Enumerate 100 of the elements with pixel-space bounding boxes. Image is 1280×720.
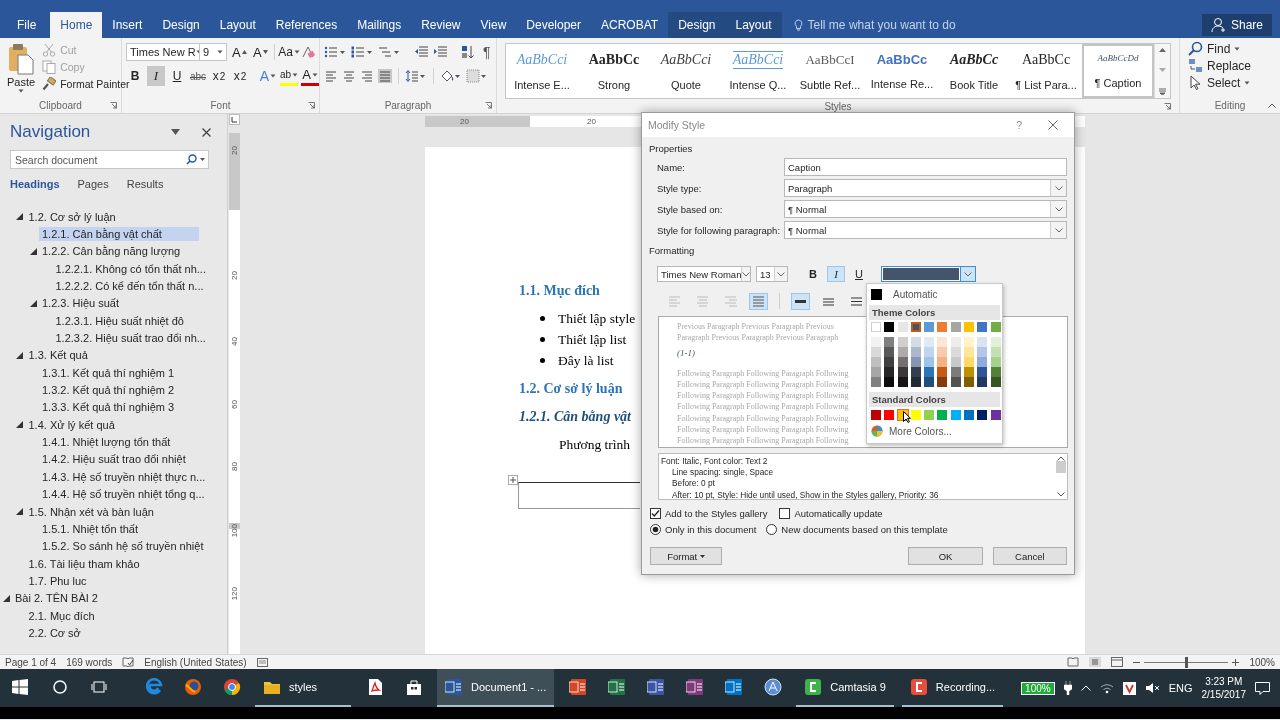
underline-button[interactable]: U [168, 66, 186, 86]
pane-tab[interactable]: Headings [10, 178, 60, 195]
heading-item[interactable]: 1.3.1. Kết quả thí nghiệm 1 [39, 365, 199, 380]
replace-button[interactable]: Replace [1188, 58, 1252, 73]
style-gallery-item[interactable]: AaBbCc ¶ List Para... [1010, 44, 1082, 99]
heading-item[interactable]: 1.2.1. Cân bằng vật chất [39, 227, 199, 241]
underline-button[interactable]: U [850, 266, 868, 282]
heading-item[interactable]: 1.4. Xử lý kết quả [25, 417, 199, 432]
italic-button[interactable]: I [827, 266, 845, 282]
cancel-button[interactable]: Cancel [992, 547, 1067, 565]
heading-item[interactable]: 1.5.1. Nhiệt tổn thất [39, 521, 199, 536]
word-count[interactable]: 169 words [66, 656, 113, 668]
field-label: Name: [657, 161, 686, 173]
bold-button[interactable]: B [804, 266, 822, 282]
pane-tab[interactable]: Pages [77, 178, 109, 195]
radio-label[interactable]: New documents based on this template [781, 524, 948, 535]
heading-item[interactable]: 1.2.3.2. Hiệu suất trao đổi nh... [52, 331, 209, 346]
heading-item[interactable]: 1.7. Phu luc [25, 573, 199, 588]
dropdown-field[interactable]: Paragraph [784, 179, 1067, 197]
italic-button[interactable]: I [147, 66, 165, 86]
ribbon-tab[interactable]: Home [50, 12, 103, 38]
ok-button[interactable]: OK [908, 547, 983, 565]
ribbon-tab[interactable]: Review [411, 12, 471, 38]
input-language[interactable]: ENG [1168, 682, 1193, 694]
style-gallery-item[interactable]: AaBbCcDd ¶ Caption [1082, 44, 1154, 99]
effects-button[interactable]: A [259, 66, 277, 86]
highlight-button[interactable]: ab [280, 66, 298, 86]
taskbar-button[interactable]: Document1 - ... [437, 669, 555, 707]
heading-item[interactable]: 1.2.3. Hiệu suất [39, 296, 199, 311]
format-painter-button[interactable]: Format Painter [42, 77, 130, 91]
shrink-font-button[interactable]: A [251, 42, 270, 62]
heading-item[interactable]: 1.2.3.1. Hiệu suất nhiệt đô [52, 313, 199, 328]
heading-item[interactable]: 1.2.2.2. Có kể đến tổn thất n... [52, 279, 207, 294]
automatic-color-option[interactable]: Automatic [869, 286, 1000, 303]
heading-item[interactable]: 1.3. Kết quả [25, 348, 199, 363]
heading-item[interactable]: 1.4.3. Hệ số truyền nhiệt thực n... [39, 469, 209, 484]
heading-item[interactable]: 1.3.3. Kết quả thí nghiệm 3 [39, 400, 199, 415]
page-count[interactable]: Page 1 of 4 [5, 656, 57, 668]
show-formatting-marks-button[interactable]: ¶ [480, 44, 494, 60]
dropdown-field[interactable]: ¶ Normal [784, 200, 1067, 218]
checkbox-label[interactable]: Automatically update [794, 508, 883, 519]
heading-item[interactable]: 1.6. Tài liệu tham khảo [25, 556, 199, 571]
heading-item[interactable]: 2.2. Cơ sở [25, 625, 199, 640]
text-field[interactable]: Caption [784, 158, 1067, 176]
style-gallery-item[interactable]: AaBbCci Quote [650, 44, 722, 99]
heading-item[interactable]: 1.2.2. Cân bằng năng lượng [39, 244, 199, 259]
grow-font-button[interactable]: A [230, 42, 249, 62]
ribbon-tab[interactable]: File [0, 12, 51, 38]
language-indicator[interactable]: English (United States) [144, 656, 247, 668]
style-gallery-item[interactable]: AaBbCci Intense E... [506, 44, 578, 99]
heading-item[interactable]: 1.4.1. Nhiệt lượng tổn thất [39, 435, 199, 450]
more-colors-option[interactable]: More Colors... [869, 422, 1000, 440]
tell-me-box[interactable]: Tell me what you want to do [793, 12, 956, 38]
style-gallery-item[interactable]: AaBbCci Intense Q... [722, 44, 794, 99]
heading-item[interactable]: 2.1. Mục đích [25, 608, 199, 623]
ribbon-tab[interactable]: Developer [516, 12, 591, 38]
ribbon-tab[interactable]: Layout [209, 12, 266, 38]
font-name-dropdown[interactable]: Times New Roman [657, 266, 751, 282]
preview-text: Following Paragraph Following Paragraph Following [677, 425, 849, 435]
radio-label[interactable]: Only in this document [665, 524, 757, 535]
search-field[interactable]: Search document [10, 150, 209, 169]
style-gallery-item[interactable]: AaBbCc Intense Re... [866, 44, 938, 99]
ribbon-tab[interactable]: Mailings [347, 12, 412, 38]
ribbon-tab[interactable]: Design [152, 12, 210, 38]
share-button[interactable]: Share [1201, 14, 1272, 36]
paste-button[interactable]: Paste [4, 41, 39, 98]
field-label: Style for following paragraph: [657, 224, 782, 236]
find-button[interactable]: Find [1188, 41, 1252, 56]
ribbon-tab[interactable]: Layout [725, 12, 782, 38]
ribbon-tab[interactable]: References [265, 12, 348, 38]
checkbox-label[interactable]: Add to the Styles gallery [665, 508, 768, 519]
heading-item[interactable]: Bài 2. TÊN BÀI 2 [12, 591, 199, 606]
pane-tab[interactable]: Results [126, 178, 164, 195]
style-gallery-item[interactable]: AaBbCc Book Title [938, 44, 1010, 99]
color-button[interactable]: A [301, 66, 319, 86]
ribbon-tab[interactable]: ACROBAT [591, 12, 669, 38]
style-gallery-item[interactable]: AaBbCcI Subtle Ref... [794, 44, 866, 99]
ribbon-tab[interactable]: Insert [102, 12, 153, 38]
heading-item[interactable]: 1.5.2. So sánh hệ số truyền nhiệt [39, 539, 207, 554]
heading-item[interactable]: 1.3.2. Kết quả thí nghiệm 2 [39, 383, 199, 398]
font-size-dropdown[interactable]: 13 [756, 266, 788, 282]
strike-button[interactable]: abc [189, 66, 207, 86]
heading-item[interactable]: 1.4.4. Hệ số truyền nhiệt tổng q... [39, 487, 208, 502]
heading-item[interactable]: 1.4.2. Hiệu suất trao đổi nhiệt [39, 452, 199, 467]
select-button[interactable]: Select [1188, 75, 1252, 90]
heading-item[interactable]: 1.5. Nhận xét và bàn luận [25, 504, 199, 519]
font-size-field[interactable]: 9 [199, 43, 228, 61]
dropdown-field[interactable]: ¶ Normal [784, 221, 1067, 239]
format-button[interactable]: Format [650, 547, 723, 565]
ruler-number: 100 [229, 523, 239, 537]
help-button[interactable]: ? [1016, 119, 1022, 131]
ribbon-tab[interactable]: Design [668, 12, 726, 38]
change-case-button[interactable]: Aa [280, 42, 298, 62]
heading-item[interactable]: 1.2. Cơ sở lý luận [25, 209, 199, 224]
style-gallery-item[interactable]: AaBbCc Strong [578, 44, 650, 99]
clock[interactable]: 3:23 PM 2/15/2017 [1201, 675, 1246, 701]
font-name-field[interactable]: Times New R [126, 43, 200, 61]
ribbon-tab[interactable]: View [470, 12, 517, 38]
zoom-level[interactable]: 100% [1249, 656, 1275, 668]
heading-item[interactable]: 1.2.2.1. Không có tổn thất nh... [52, 261, 209, 276]
